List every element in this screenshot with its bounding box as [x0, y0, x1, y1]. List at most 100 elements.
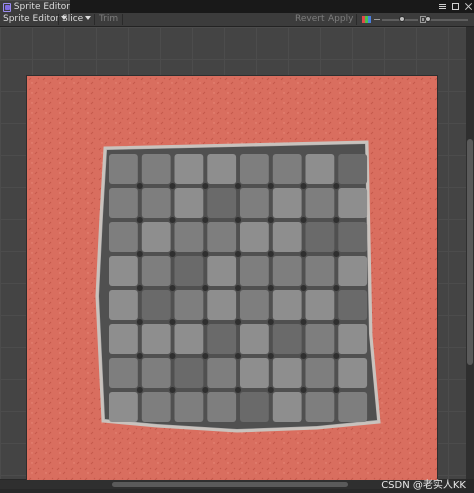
- window-controls: [439, 0, 472, 13]
- grout-dot: [267, 251, 274, 257]
- sprite-texture[interactable]: [27, 76, 437, 484]
- grout-dot: [202, 387, 209, 393]
- grout-dot: [136, 387, 143, 393]
- grout-dot: [202, 319, 209, 325]
- grout-dot: [136, 217, 143, 223]
- stone-tile: [109, 222, 138, 252]
- grout-dot: [169, 353, 176, 359]
- grout-dot: [267, 285, 274, 291]
- maximize-icon[interactable]: [452, 3, 459, 10]
- mip-slider-track[interactable]: [428, 19, 468, 21]
- close-icon[interactable]: [465, 3, 472, 10]
- grout-dot: [169, 251, 176, 257]
- grout-dot: [202, 251, 209, 257]
- grout-dot: [235, 251, 241, 257]
- grout-dot: [169, 217, 176, 223]
- grout-dot: [267, 353, 274, 359]
- stone-tile: [305, 154, 335, 184]
- grout-dot: [235, 387, 241, 393]
- grout-dot: [136, 183, 143, 189]
- stone-tile: [240, 392, 269, 422]
- vertical-scroll-thumb[interactable]: [467, 139, 473, 365]
- grout-dot: [267, 387, 274, 393]
- stone-tile: [141, 324, 171, 354]
- grout-dot: [333, 319, 340, 325]
- stone-tile: [109, 256, 138, 286]
- stone-tile: [305, 256, 335, 286]
- stone-tile: [305, 358, 335, 388]
- toolbar-divider: [356, 14, 357, 25]
- trim-button[interactable]: Trim: [99, 13, 118, 26]
- stone-tile: [305, 222, 335, 252]
- mip-slider-thumb[interactable]: [425, 16, 431, 22]
- stone-tile: [338, 188, 368, 218]
- grout-dot: [136, 251, 143, 257]
- stone-tile: [207, 222, 237, 252]
- grout-dot: [169, 387, 176, 393]
- apply-button[interactable]: Apply: [328, 13, 353, 26]
- stone-tile: [141, 154, 171, 184]
- sprite-canvas[interactable]: [0, 27, 474, 484]
- stone-tile: [207, 392, 237, 422]
- stone-tile: [109, 154, 138, 184]
- grout-dot: [300, 285, 307, 291]
- stone-tile: [338, 324, 368, 354]
- stone-tile: [174, 324, 204, 354]
- grout-dot: [136, 285, 143, 291]
- stone-tile: [174, 188, 204, 218]
- grout-dot: [300, 353, 307, 359]
- toolbar-divider: [58, 14, 59, 25]
- stone-tile: [240, 154, 269, 184]
- grout-dot: [333, 217, 340, 223]
- menu-icon[interactable]: [439, 3, 446, 10]
- stone-tile: [272, 256, 302, 286]
- stone-tile: [240, 256, 269, 286]
- stone-tile: [141, 358, 171, 388]
- window-tab[interactable]: Sprite Editor: [0, 0, 70, 13]
- stone-tile: [338, 358, 368, 388]
- vertical-scrollbar[interactable]: [466, 27, 474, 479]
- stone-tile: [109, 290, 138, 320]
- grout-dot: [235, 217, 241, 223]
- slice-dropdown-label: Slice: [62, 14, 84, 24]
- grout-dot: [333, 353, 340, 359]
- grout-dot: [300, 319, 307, 325]
- watermark: CSDN @老实人KK: [381, 480, 466, 491]
- stone-tile: [109, 188, 138, 218]
- chevron-down-icon: [85, 16, 92, 20]
- grout-dot: [333, 285, 340, 291]
- stone-tile: [240, 358, 269, 388]
- mode-dropdown-label: Sprite Editor: [3, 14, 60, 24]
- stone-tile: [141, 222, 171, 252]
- stone-tile: [338, 154, 368, 184]
- stone-tile: [141, 256, 171, 286]
- revert-button[interactable]: Revert: [295, 13, 324, 26]
- slice-dropdown[interactable]: Slice: [62, 13, 92, 26]
- stone-tile: [272, 154, 302, 184]
- grout-dot: [202, 353, 209, 359]
- grout-dot: [267, 217, 274, 223]
- stone-tile: [207, 358, 237, 388]
- stone-tile: [141, 290, 171, 320]
- stone-tile: [272, 392, 302, 422]
- stone-tile: [141, 392, 171, 422]
- stone-tile: [174, 358, 204, 388]
- stone-tile: [338, 222, 368, 252]
- zoom-out-icon: [374, 19, 380, 20]
- stone-tile: [305, 324, 335, 354]
- stone-tile: [240, 324, 269, 354]
- stone-tile: [240, 222, 269, 252]
- stone-tile: [174, 154, 204, 184]
- grout-dot: [333, 183, 340, 189]
- stone-tile: [272, 222, 302, 252]
- zoom-slider-thumb[interactable]: [398, 16, 405, 22]
- grout-dot: [300, 217, 307, 223]
- stone-tile: [109, 392, 138, 422]
- stone-tile: [305, 188, 335, 218]
- grout-dot: [333, 251, 340, 257]
- stone-tile: [338, 392, 368, 422]
- rgb-channel-icon[interactable]: [362, 16, 371, 23]
- horizontal-scroll-thumb[interactable]: [112, 482, 348, 487]
- window-icon: [3, 2, 11, 12]
- stone-tile: [272, 324, 302, 354]
